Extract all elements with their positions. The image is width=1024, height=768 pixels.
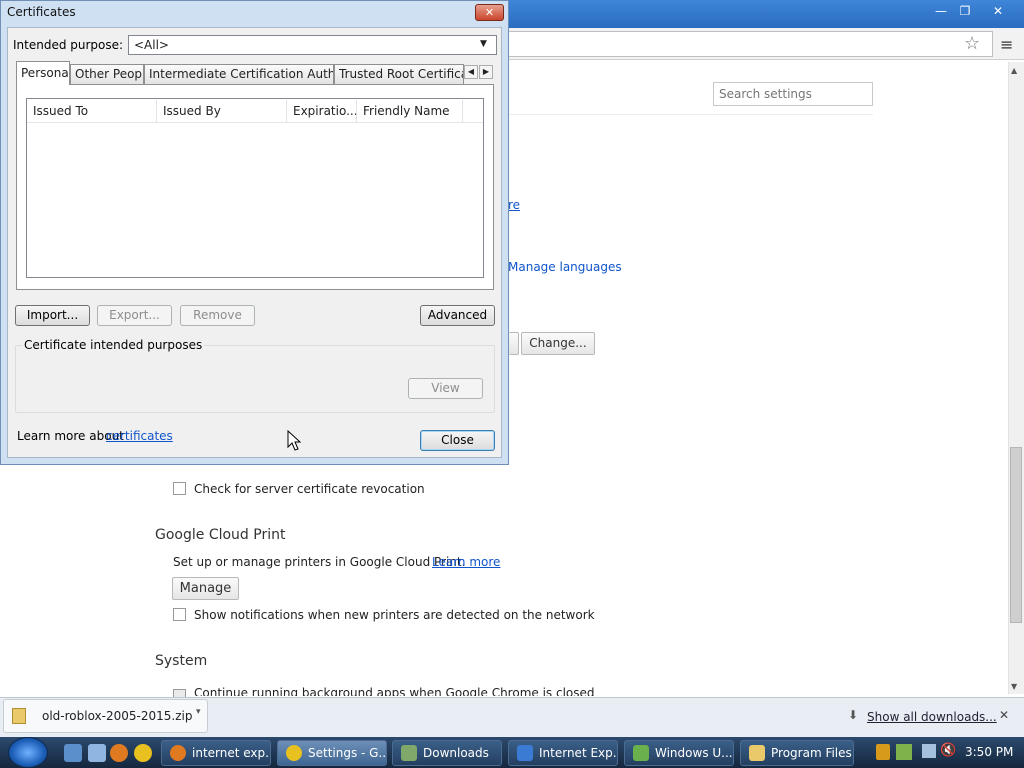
advanced-button[interactable]: Advanced — [420, 305, 495, 326]
cloud-print-learn-more-link[interactable]: Learn more — [432, 555, 500, 569]
bookmark-star-icon[interactable]: ☆ — [964, 33, 980, 54]
close-downloads-bar-icon[interactable]: ✕ — [999, 708, 1009, 722]
download-options-chevron-icon[interactable]: ▾ — [196, 707, 201, 717]
remove-button[interactable]: Remove — [180, 305, 255, 326]
notifications-checkbox[interactable] — [173, 608, 186, 621]
manage-languages-link[interactable]: Manage languages — [508, 260, 622, 274]
search-settings-input[interactable] — [713, 82, 873, 106]
revocation-checkbox[interactable] — [173, 482, 186, 495]
firefox-task-icon — [170, 745, 186, 761]
dropdown-arrow-icon[interactable]: ▼ — [480, 39, 487, 49]
task-label: Internet Exp... — [539, 746, 618, 760]
column-header-issued-to[interactable]: Issued To — [27, 100, 157, 122]
zip-file-icon — [12, 708, 26, 724]
intended-purposes-title: Certificate intended purposes — [22, 338, 205, 352]
intended-purpose-select[interactable]: <All> — [128, 35, 497, 55]
font-size-select[interactable] — [509, 332, 519, 355]
manage-printers-button[interactable]: Manage — [172, 577, 239, 600]
volume-muted-icon[interactable]: 🔇 — [940, 743, 956, 758]
taskbar-item-settings[interactable]: Settings - G... — [277, 740, 387, 766]
cloud-print-heading: Google Cloud Print — [155, 527, 286, 543]
task-label: Windows U... — [655, 746, 733, 760]
system-heading: System — [155, 653, 208, 669]
window-switch-icon[interactable] — [88, 744, 106, 762]
import-button[interactable]: Import... — [15, 305, 90, 326]
chrome-menu-icon[interactable]: ≡ — [1000, 35, 1013, 54]
scroll-down-icon[interactable]: ▼ — [1011, 682, 1017, 691]
certificate-list[interactable] — [26, 98, 484, 278]
minimize-button[interactable]: — — [928, 2, 954, 20]
background-apps-label: Continue running background apps when Go… — [194, 686, 595, 696]
tab-other-people[interactable]: Other People — [70, 64, 144, 84]
folder-task-icon — [401, 745, 417, 761]
background-apps-label-wrap: Continue running background apps when Go… — [194, 686, 595, 696]
address-bar[interactable] — [505, 31, 993, 57]
tab-scroll-left-icon[interactable]: ◀ — [464, 65, 478, 79]
taskbar-item-program-files[interactable]: Program Files — [740, 740, 854, 766]
change-button[interactable]: Change... — [521, 332, 595, 355]
revocation-label: Check for server certificate revocation — [194, 482, 425, 496]
taskbar-item-windows-update[interactable]: Windows U... — [624, 740, 734, 766]
column-header-expiration[interactable]: Expiratio... — [287, 100, 357, 122]
learn-more-link[interactable]: re — [508, 198, 520, 212]
clock[interactable]: 3:50 PM — [965, 745, 1013, 759]
download-item[interactable]: old-roblox-2005-2015.zip ▾ — [3, 699, 208, 733]
task-label: internet exp... — [192, 746, 271, 760]
scroll-up-icon[interactable]: ▲ — [1011, 66, 1017, 75]
firefox-icon[interactable] — [110, 744, 128, 762]
tab-trusted-root[interactable]: Trusted Root Certification — [334, 64, 464, 84]
intended-purpose-value: <All> — [134, 38, 169, 52]
view-button[interactable]: View — [408, 378, 483, 399]
show-desktop-icon[interactable] — [64, 744, 82, 762]
download-arrow-icon: ⬇ — [848, 708, 859, 722]
cloud-print-description: Set up or manage printers in Google Clou… — [173, 555, 466, 569]
tab-scroll-right-icon[interactable]: ▶ — [479, 65, 493, 79]
taskbar-item-internet-explorer[interactable]: internet exp... — [161, 740, 271, 766]
notifications-label: Show notifications when new printers are… — [194, 608, 595, 622]
tab-intermediate-authorities[interactable]: Intermediate Certification Authorities — [144, 64, 334, 84]
mouse-cursor-icon — [287, 430, 302, 451]
close-window-button[interactable]: ✕ — [985, 2, 1011, 20]
task-label: Program Files — [771, 746, 852, 760]
security-shield-icon[interactable] — [876, 744, 890, 760]
ie-task-icon — [517, 745, 533, 761]
chrome-icon[interactable] — [134, 744, 152, 762]
folder-task-icon — [749, 745, 765, 761]
column-header-issued-by[interactable]: Issued By — [157, 100, 287, 122]
restore-button[interactable]: ❐ — [952, 2, 978, 20]
tray-app-icon[interactable] — [896, 744, 912, 760]
taskbar-item-internet-explorer-2[interactable]: Internet Exp... — [508, 740, 618, 766]
task-label: Settings - G... — [308, 746, 387, 760]
header-divider — [27, 122, 483, 123]
column-header-friendly-name[interactable]: Friendly Name — [357, 100, 463, 122]
export-button[interactable]: Export... — [97, 305, 172, 326]
divider — [508, 114, 873, 115]
chrome-task-icon — [286, 745, 302, 761]
dialog-close-icon[interactable]: ✕ — [475, 4, 504, 21]
task-label: Downloads — [423, 746, 489, 760]
intended-purpose-label: Intended purpose: — [13, 38, 124, 52]
certificates-link[interactable]: certificates — [106, 429, 173, 443]
scrollbar-thumb[interactable] — [1010, 447, 1022, 623]
windows-update-task-icon — [633, 745, 649, 761]
tab-personal[interactable]: Personal — [16, 61, 70, 85]
start-orb-icon[interactable] — [8, 737, 48, 768]
taskbar-item-downloads[interactable]: Downloads — [392, 740, 502, 766]
download-file-name: old-roblox-2005-2015.zip — [42, 709, 193, 723]
dialog-title: Certificates — [7, 5, 76, 19]
show-all-downloads-link[interactable]: Show all downloads... — [867, 710, 997, 724]
close-button[interactable]: Close — [420, 430, 495, 451]
network-icon[interactable] — [922, 744, 936, 758]
